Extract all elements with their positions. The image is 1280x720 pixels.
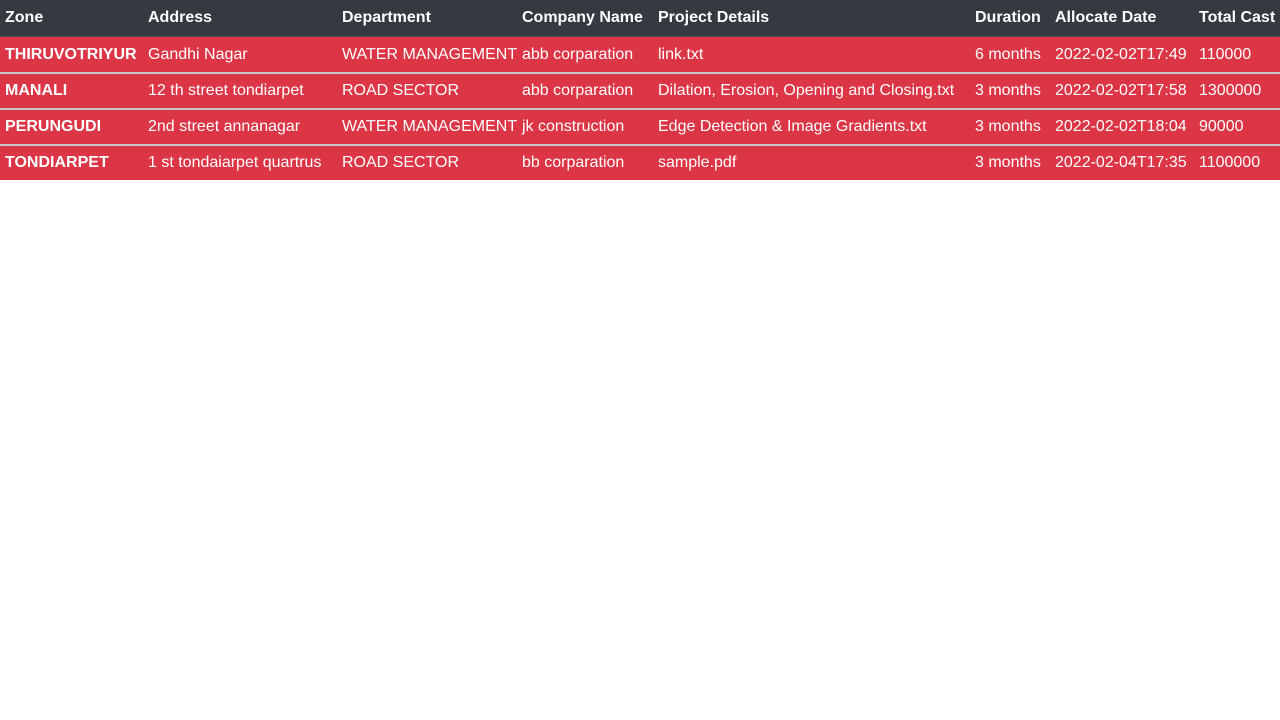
header-allocate-date: Allocate Date — [1050, 0, 1194, 37]
cell-company-name: jk construction — [517, 108, 653, 145]
cell-project-details: sample.pdf — [653, 144, 970, 180]
header-department: Department — [337, 0, 517, 37]
cell-zone: TONDIARPET — [0, 144, 143, 180]
projects-table: Zone Address Department Company Name Pro… — [0, 0, 1280, 180]
cell-allocate-date: 2022-02-02T18:04 — [1050, 108, 1194, 145]
cell-address: 1 st tondaiarpet quartrus — [143, 144, 337, 180]
table-row: THIRUVOTRIYUR Gandhi Nagar WATER MANAGEM… — [0, 36, 1280, 73]
table-row: TONDIARPET 1 st tondaiarpet quartrus ROA… — [0, 144, 1280, 180]
cell-department: WATER MANAGEMENT — [337, 108, 517, 145]
table-body: THIRUVOTRIYUR Gandhi Nagar WATER MANAGEM… — [0, 36, 1280, 180]
cell-company-name: abb corparation — [517, 36, 653, 73]
cell-address: 2nd street annanagar — [143, 108, 337, 145]
cell-total-cast: 110000 — [1194, 36, 1280, 73]
cell-department: ROAD SECTOR — [337, 72, 517, 109]
cell-zone: MANALI — [0, 72, 143, 109]
cell-project-details: Dilation, Erosion, Opening and Closing.t… — [653, 72, 970, 109]
cell-company-name: bb corparation — [517, 144, 653, 180]
table-row: PERUNGUDI 2nd street annanagar WATER MAN… — [0, 108, 1280, 145]
cell-allocate-date: 2022-02-02T17:58 — [1050, 72, 1194, 109]
header-total-cast: Total Cast — [1194, 0, 1280, 37]
table-row: MANALI 12 th street tondiarpet ROAD SECT… — [0, 72, 1280, 109]
cell-zone: PERUNGUDI — [0, 108, 143, 145]
header-company-name: Company Name — [517, 0, 653, 37]
header-address: Address — [143, 0, 337, 37]
cell-duration: 3 months — [970, 108, 1050, 145]
cell-address: 12 th street tondiarpet — [143, 72, 337, 109]
cell-project-details: link.txt — [653, 36, 970, 73]
cell-duration: 3 months — [970, 144, 1050, 180]
header-duration: Duration — [970, 0, 1050, 37]
header-row: Zone Address Department Company Name Pro… — [0, 0, 1280, 37]
cell-allocate-date: 2022-02-04T17:35 — [1050, 144, 1194, 180]
cell-department: WATER MANAGEMENT — [337, 36, 517, 73]
cell-duration: 6 months — [970, 36, 1050, 73]
cell-duration: 3 months — [970, 72, 1050, 109]
table-header: Zone Address Department Company Name Pro… — [0, 0, 1280, 37]
cell-address: Gandhi Nagar — [143, 36, 337, 73]
cell-total-cast: 1300000 — [1194, 72, 1280, 109]
cell-project-details: Edge Detection & Image Gradients.txt — [653, 108, 970, 145]
header-zone: Zone — [0, 0, 143, 37]
header-project-details: Project Details — [653, 0, 970, 37]
cell-allocate-date: 2022-02-02T17:49 — [1050, 36, 1194, 73]
cell-total-cast: 90000 — [1194, 108, 1280, 145]
cell-zone: THIRUVOTRIYUR — [0, 36, 143, 73]
cell-total-cast: 1100000 — [1194, 144, 1280, 180]
cell-department: ROAD SECTOR — [337, 144, 517, 180]
cell-company-name: abb corparation — [517, 72, 653, 109]
